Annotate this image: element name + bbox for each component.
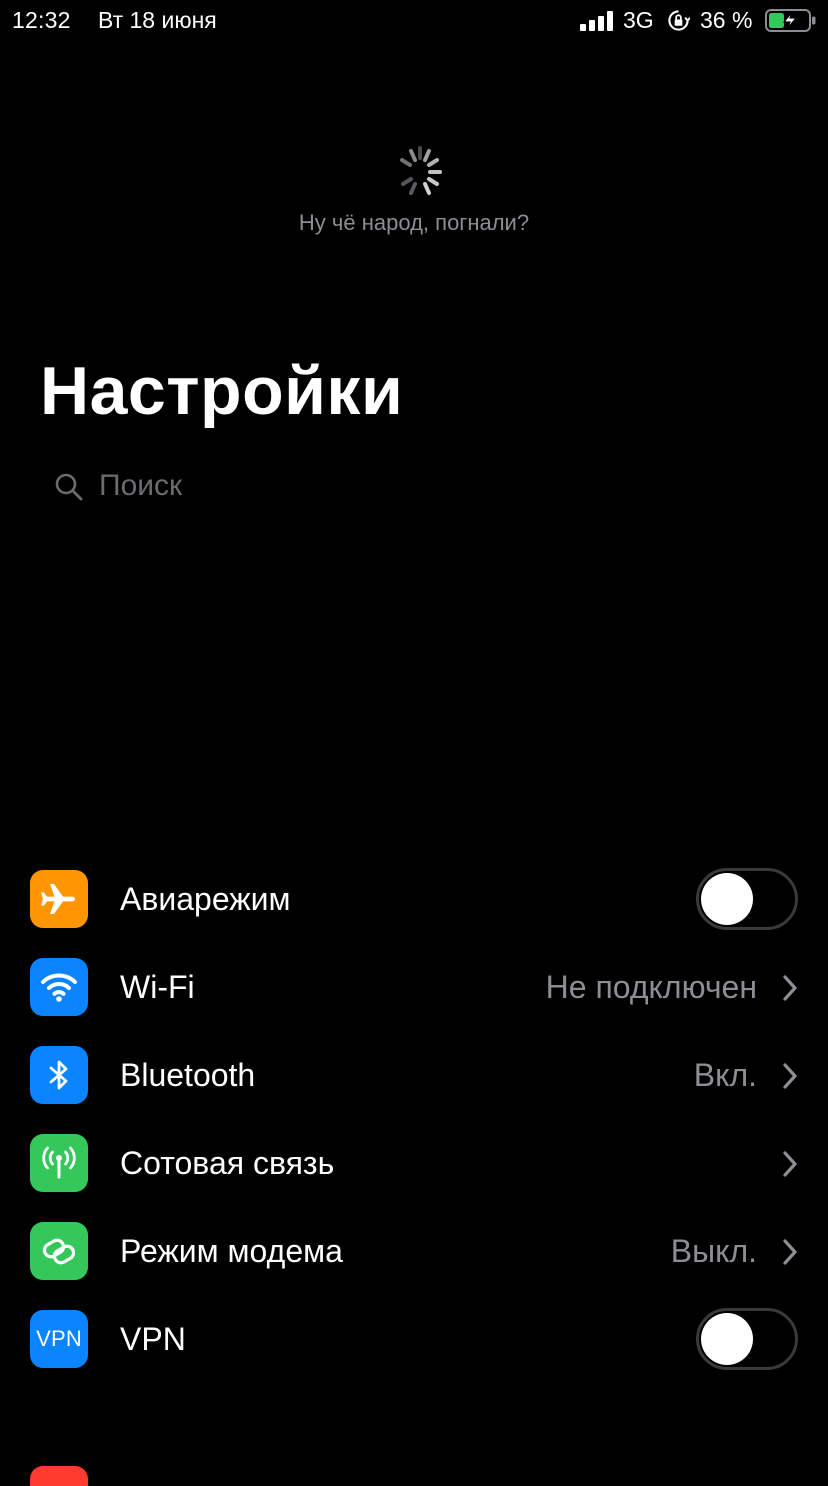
- signal-bars-icon: [580, 10, 614, 31]
- settings-row-airplane-mode[interactable]: Авиарежим: [0, 856, 828, 944]
- airplane-icon: [30, 870, 88, 928]
- row-value: Вкл.: [693, 1057, 757, 1093]
- row-value: Выкл.: [670, 1233, 757, 1269]
- network-type: 3G: [623, 7, 654, 33]
- battery-percent: 36 %: [700, 7, 753, 33]
- search-input[interactable]: Поиск: [40, 458, 788, 514]
- personal-hotspot-icon: [30, 1222, 88, 1280]
- row-label: VPN: [120, 1321, 186, 1357]
- toggle-knob: [701, 873, 753, 925]
- page-title: Настройки: [40, 353, 404, 429]
- settings-list: Авиарежим Wi-Fi Не подключен Bluetooth В…: [0, 856, 828, 1384]
- settings-row-wifi[interactable]: Wi-Fi Не подключен: [0, 944, 828, 1032]
- status-bar: 12:32 Вт 18 июня 3G 36 %: [0, 0, 828, 40]
- loading-spinner-icon: [400, 146, 442, 195]
- settings-row-vpn[interactable]: VPN VPN: [0, 1296, 828, 1384]
- refresh-message: Ну чё народ, погнали?: [298, 210, 530, 235]
- row-label: Wi-Fi: [120, 969, 195, 1005]
- orientation-lock-icon: [668, 10, 690, 31]
- row-label: Режим модема: [120, 1233, 343, 1269]
- cellular-antenna-icon: [30, 1134, 88, 1192]
- settings-row-bluetooth[interactable]: Bluetooth Вкл.: [0, 1032, 828, 1120]
- battery-charging-icon: [765, 9, 816, 32]
- vpn-icon-text: VPN: [36, 1326, 82, 1351]
- settings-row-personal-hotspot[interactable]: Режим модема Выкл.: [0, 1208, 828, 1296]
- notifications-icon[interactable]: [30, 1466, 88, 1486]
- bluetooth-icon: [30, 1046, 88, 1104]
- status-time: 12:32: [12, 7, 71, 33]
- status-date: Вт 18 июня: [98, 7, 217, 33]
- row-label: Сотовая связь: [120, 1145, 335, 1181]
- chevron-right-icon: [783, 975, 797, 1001]
- search-placeholder: Поиск: [99, 469, 183, 502]
- row-value: Не подключен: [545, 969, 757, 1005]
- chevron-right-icon: [783, 1151, 797, 1177]
- airplane-mode-toggle[interactable]: [696, 868, 798, 930]
- chevron-right-icon: [783, 1239, 797, 1265]
- search-icon: [55, 473, 83, 501]
- settings-row-cellular[interactable]: Сотовая связь: [0, 1120, 828, 1208]
- row-label: Авиарежим: [120, 881, 291, 917]
- row-label: Bluetooth: [120, 1057, 256, 1093]
- chevron-right-icon: [783, 1063, 797, 1089]
- wifi-icon: [30, 958, 88, 1016]
- vpn-icon: VPN: [30, 1310, 88, 1368]
- vpn-toggle[interactable]: [696, 1308, 798, 1370]
- toggle-knob: [701, 1313, 753, 1365]
